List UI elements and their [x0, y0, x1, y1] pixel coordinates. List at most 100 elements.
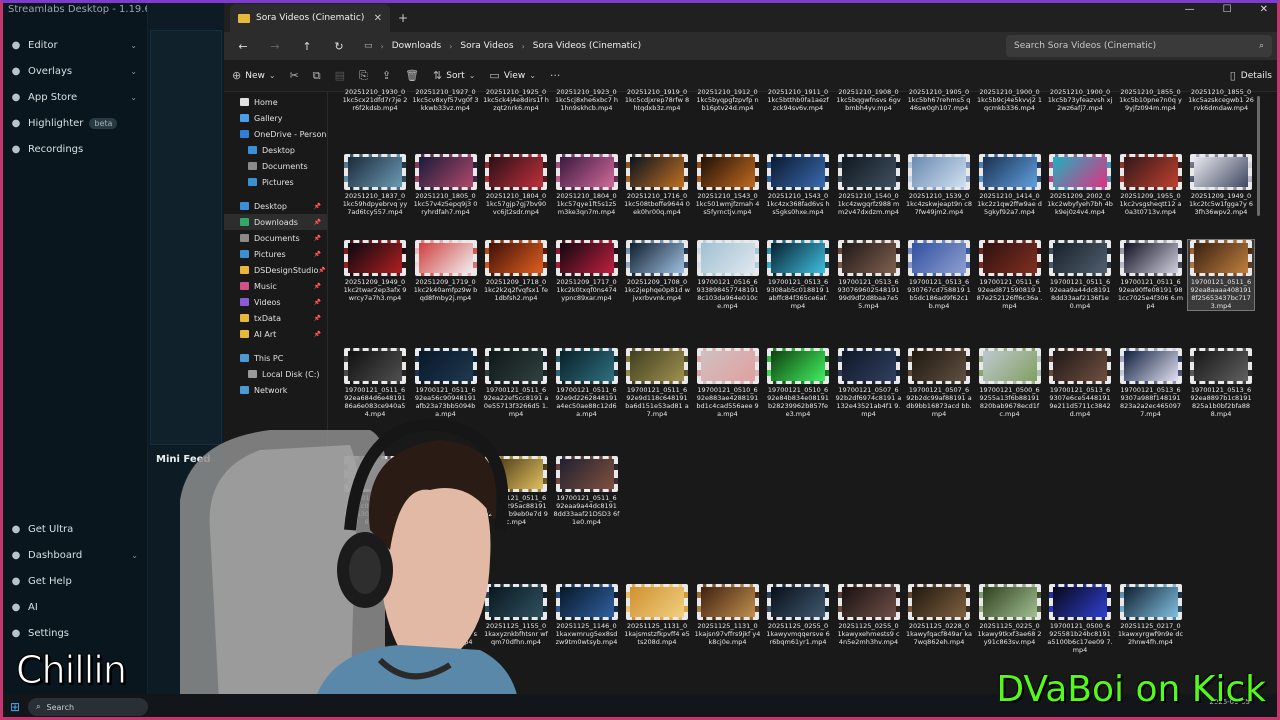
file-tile[interactable]: 20251210_1837_0 1kc59hdpyebrvq yy7ad6tcy…	[342, 154, 408, 216]
file-tile[interactable]: 20251125_0225_0 1kawy9tkxf3ae68 2y91c863…	[977, 584, 1043, 646]
file-tile[interactable]: 20251210_1804_0 1kc57gjp7gj7bv90 vc6jt2s…	[483, 154, 549, 216]
file-tile[interactable]: 19700121_0511_6 92ea8aaaa408191 8f256534…	[1187, 239, 1255, 311]
breadcrumb-item[interactable]: Sora Videos	[460, 41, 513, 51]
file-tile[interactable]: 20251210_1414_0 1kc2z1qw2ffw9ae d5gkyf92…	[977, 154, 1043, 216]
sidebar-item-overlays[interactable]: ● Overlays ⌄	[0, 58, 147, 84]
nav-item-desktop[interactable]: Desktop	[224, 142, 327, 158]
file-tile[interactable]: 19700121_0513_6 9307a988f148191 823a2a2e…	[1118, 348, 1184, 418]
file-tile[interactable]: 19700121_0513_6 930767cd758819 1b5dc186a…	[906, 240, 972, 310]
file-tile[interactable]: 19700121_0510_6 92e883ae4288191 bd1c4cad…	[695, 348, 761, 418]
details-button[interactable]: ▯ Details	[1230, 69, 1272, 82]
file-caption-partial[interactable]: 20251210_1905_0 1kc5bh67rehms5 q46sw0gh1…	[906, 88, 972, 112]
more-options-button[interactable]: ···	[550, 69, 561, 82]
file-tile[interactable]: 20251210_1539_0 1kc4zskwjeapt9n c87fw49j…	[906, 154, 972, 216]
file-caption-partial[interactable]: 20251210_1911_0 1kc5btthb0fa1aezf zck94s…	[765, 88, 831, 112]
nav-item-home[interactable]: Home	[224, 94, 327, 110]
taskbar-search[interactable]: ⌕ Search	[28, 698, 149, 716]
forward-arrow-icon[interactable]: →	[264, 35, 286, 57]
file-caption-partial[interactable]: 20251210_1930_0 1kc5cx21dfd7r7je 2r6f2kd…	[342, 88, 408, 112]
copy-button[interactable]: ⧉	[313, 69, 321, 83]
file-tile[interactable]: 20251125_0217_0 1kawxyrgwf9n9e dc2hnw4fh…	[1118, 584, 1184, 646]
file-caption-partial[interactable]: 20251210_1908_0 1kc5bqgwfnsvs 6gvbmbh4yv…	[836, 88, 902, 112]
file-tile[interactable]: 20251209_1719_0 1kc2k40amfpz9w bqd8fmby2…	[413, 240, 479, 302]
nav-item-local-disk-c-[interactable]: Local Disk (C:)	[224, 366, 327, 382]
new-tab-button[interactable]: +	[390, 4, 416, 32]
file-tile[interactable]: 20251125_1131_0 1kajsmstzfkpvff4 e5ts208…	[624, 584, 690, 646]
windows-start-icon[interactable]: ⊞	[10, 700, 20, 714]
file-tile[interactable]: 19700121_0511_6 92e9d2262848191 a4ec50ae…	[554, 348, 620, 418]
cut-button[interactable]: ✂	[290, 69, 299, 82]
sidebar-item-editor[interactable]: ● Editor ⌄	[0, 32, 147, 58]
sidebar-item-settings[interactable]: ● Settings	[0, 620, 148, 646]
search-input[interactable]: Search Sora Videos (Cinematic) ⌕	[1006, 35, 1272, 57]
file-tile[interactable]: 20251210_1543_0 1kc501wmjfzmah 4s5fyrnct…	[695, 154, 761, 216]
file-caption-partial[interactable]: 20251210_1855_0 1kc5b10pne7n0q y9yjfz094…	[1118, 88, 1184, 112]
file-caption-partial[interactable]: 20251210_1912_0 1kc5byqpgfzpvfp nb16ptv2…	[695, 88, 761, 112]
file-caption-partial[interactable]: 20251210_1927_0 1kc5cv8xyf57vg0f 3kkwb33…	[413, 88, 479, 112]
file-tile[interactable]: 19700121_0513_6 930769602548191 99d9df2d…	[836, 240, 902, 310]
nav-item-this-pc[interactable]: This PC	[224, 350, 327, 366]
file-tile[interactable]: 19700121_0500_6 925581b24bc8191 a5100b6c…	[1047, 584, 1113, 654]
file-tile[interactable]: 19700121_0511_6 92ea56c90948191 afb23a73…	[413, 348, 479, 418]
file-tile[interactable]: 19700121_0511_6 92ea90ffe08191 981cc7025…	[1118, 240, 1184, 310]
nav-item-documents[interactable]: Documents 📌	[224, 230, 327, 246]
file-caption-partial[interactable]: 20251210_1855_0 1kc5azskcegwb1 26rvk6dmd…	[1188, 88, 1254, 112]
nav-item-onedrive-personal[interactable]: OneDrive - Personal	[224, 126, 327, 142]
breadcrumb-item[interactable]: Downloads	[392, 41, 441, 51]
sort-button[interactable]: ⇅ Sort ⌄	[433, 69, 475, 82]
file-tile[interactable]: 19700121_0513_6 9307e6ce5448191 9e211d57…	[1047, 348, 1113, 418]
sidebar-item-ai[interactable]: ● AI	[0, 594, 148, 620]
back-arrow-icon[interactable]: ←	[232, 35, 254, 57]
share-button[interactable]: ⇪	[382, 69, 391, 82]
file-caption-partial[interactable]: 20251210_1923_0 1kc5cj8xhe6xbc7 h1hn9skh…	[554, 88, 620, 112]
nav-item-gallery[interactable]: Gallery	[224, 110, 327, 126]
nav-item-network[interactable]: Network	[224, 382, 327, 398]
file-tile[interactable]: 20251125_0255_0 1kawyvmqqersve 6r6bqm61y…	[765, 584, 831, 646]
nav-item-desktop[interactable]: Desktop 📌	[224, 198, 327, 214]
nav-item-documents[interactable]: Documents	[224, 158, 327, 174]
sidebar-item-recordings[interactable]: ● Recordings	[0, 136, 147, 162]
maximize-icon[interactable]: ☐	[1223, 4, 1232, 15]
file-caption-partial[interactable]: 20251210_1925_0 1kc5ck4j4e8dirs1f hzqt2n…	[483, 88, 549, 112]
sidebar-item-dashboard[interactable]: ● Dashboard ⌄	[0, 542, 148, 568]
file-tile[interactable]: 19700121_0513_6 9308ab5c018819 1abffc84f…	[765, 240, 831, 310]
file-tile[interactable]: 20251209_1949_0 1kc2twar2ep3afx 9wrcy7a7…	[342, 240, 408, 302]
file-tile[interactable]: 19700121_0507_6 92b2dc99af88191 adb9bb16…	[906, 348, 972, 418]
file-caption-partial[interactable]: 20251210_1900_0 1kc5b9cj4e5kvvj2 1qcmkb3…	[977, 88, 1043, 112]
scrollbar[interactable]	[1257, 96, 1260, 216]
sidebar-item-get-ultra[interactable]: ● Get Ultra	[0, 516, 148, 542]
file-tile[interactable]: 20251125_1146_0 1kaxwmrug5ex8sd zw9tm0wt…	[554, 584, 620, 646]
nav-item-downloads[interactable]: Downloads 📌	[224, 214, 327, 230]
file-tile[interactable]: 20251209_1708_0 1kc2jephqe0p81d wjvxrbvv…	[624, 240, 690, 302]
minimize-icon[interactable]: —	[1185, 4, 1195, 15]
view-button[interactable]: ▭ View ⌄	[489, 69, 535, 82]
file-tile[interactable]: 20251210_1540_0 1kc4zwgqrfz988 mm2v47dxd…	[836, 154, 902, 216]
file-tile[interactable]: 20251125_0228_0 1kawyfqacf849ar ka7wq862…	[906, 584, 972, 646]
sidebar-item-app-store[interactable]: ● App Store ⌄	[0, 84, 147, 110]
file-tile[interactable]: 20251209_1949_0 1kc2tc5w1fgga7y 63fh36wp…	[1188, 154, 1254, 216]
rename-button[interactable]: ⎘	[359, 69, 368, 83]
file-tile[interactable]: 19700121_0511_6 92ea684d6e48191 86a6e083…	[342, 348, 408, 418]
nav-item-videos[interactable]: Videos 📌	[224, 294, 327, 310]
refresh-icon[interactable]: ↻	[328, 35, 350, 57]
paste-button[interactable]: ▤	[335, 69, 345, 82]
address-bar[interactable]: ▭ › Downloads › Sora Videos › Sora Video…	[360, 35, 996, 57]
file-tile[interactable]: 19700121_0511_6 92ead871590819 1 87e2521…	[977, 240, 1043, 310]
file-tile[interactable]: 19700121_0511_6 92eaa9a44dc8191 8dd33aaf…	[1047, 240, 1113, 310]
close-tab-icon[interactable]: ✕	[374, 13, 382, 24]
file-tile[interactable]: 19700121_0510_6 92e84b834e08191 b2823996…	[765, 348, 831, 418]
nav-item-pictures[interactable]: Pictures	[224, 174, 327, 190]
nav-item-music[interactable]: Music 📌	[224, 278, 327, 294]
file-tile[interactable]: 19700121_0511_6 92e9d118c648191 ba6d151e…	[624, 348, 690, 418]
sidebar-item-get-help[interactable]: ● Get Help	[0, 568, 148, 594]
file-tile[interactable]: 20251209_1717_0 1kc2k0txqf0ns474 ypnc89x…	[554, 240, 620, 302]
file-caption-partial[interactable]: 20251210_1919_0 1kc5cdjxrep78rfw 8htqdxb…	[624, 88, 690, 112]
close-window-icon[interactable]: ✕	[1260, 4, 1268, 15]
file-tile[interactable]: 20251210_1805_0 1kc57v4z5epq9j3 0ryhrdfa…	[413, 154, 479, 216]
file-tile[interactable]: 20251209_2002_0 1kc2wbyfyeh7bh 4bk9ej0z4…	[1047, 154, 1113, 216]
nav-item-ai-art[interactable]: AI Art 📌	[224, 326, 327, 342]
file-tile[interactable]: 19700121_0500_6 9255a13f6b88191 820bab96…	[977, 348, 1043, 418]
sidebar-item-highlighter[interactable]: ● Highlighter beta	[0, 110, 147, 136]
delete-button[interactable]: 🗑	[405, 69, 419, 82]
file-tile[interactable]: 20251125_1131_0 1kajsn97vffrs9jkf y4k8cj…	[695, 584, 761, 646]
